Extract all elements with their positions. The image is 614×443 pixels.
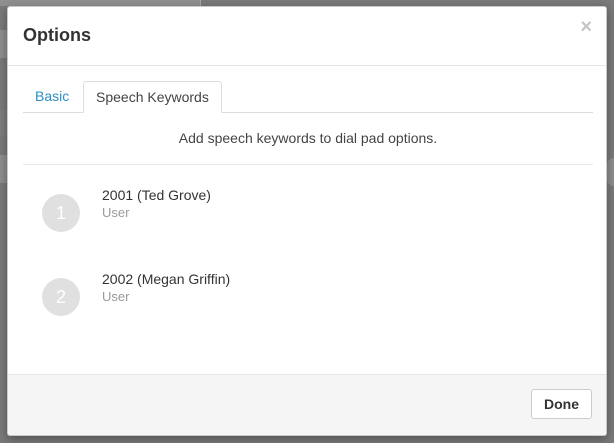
close-icon[interactable]: × (580, 17, 592, 37)
tab-speech-keywords[interactable]: Speech Keywords (83, 81, 222, 113)
entry-name: 2001 (Ted Grove) (102, 187, 211, 203)
tab-bar: Basic Speech Keywords (23, 81, 593, 113)
tab-basic[interactable]: Basic (23, 81, 81, 112)
entry-type: User (102, 205, 130, 220)
number-badge: 1 (42, 194, 80, 232)
divider (23, 164, 593, 165)
modal-footer: Done (8, 374, 606, 435)
entry-name: 2002 (Megan Griffin) (102, 271, 231, 287)
modal-title: Options (23, 25, 91, 45)
list-item[interactable]: 1 2001 (Ted Grove) User (42, 187, 562, 236)
entry-type: User (102, 289, 130, 304)
options-modal: Options × Basic Speech Keywords Add spee… (7, 6, 607, 436)
list-item[interactable]: 2 2002 (Megan Griffin) User (42, 271, 562, 320)
instruction-text: Add speech keywords to dial pad options. (178, 130, 438, 146)
done-button[interactable]: Done (531, 389, 592, 419)
background-page-fragment (606, 158, 614, 186)
number-badge: 2 (42, 278, 80, 316)
modal-header: Options × (8, 7, 606, 66)
